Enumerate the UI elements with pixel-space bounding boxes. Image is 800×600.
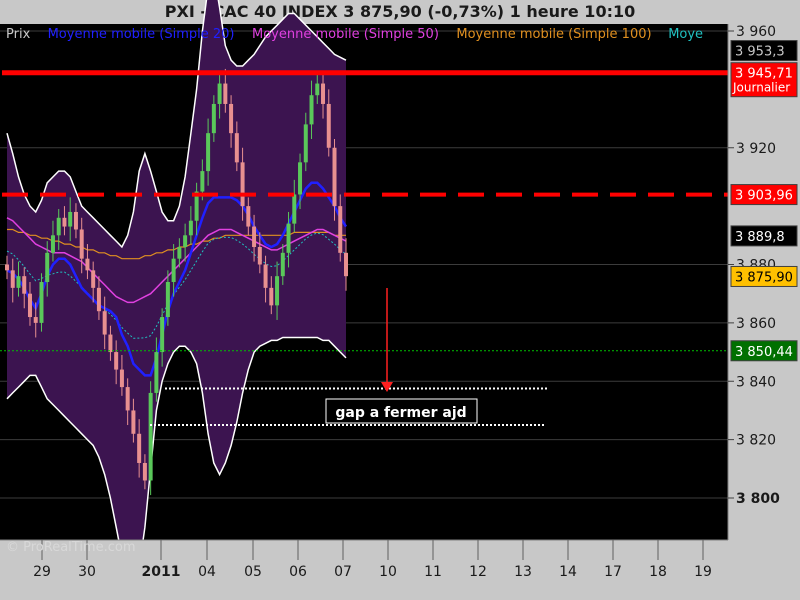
y-tick-label: 3 800 xyxy=(736,491,780,507)
candle-body xyxy=(62,217,67,227)
candle-body xyxy=(91,270,96,288)
candle-body xyxy=(246,206,251,227)
candle-body xyxy=(39,282,44,323)
candle-body xyxy=(22,276,27,294)
candle-body xyxy=(50,235,55,253)
candle-body xyxy=(131,410,136,434)
y-axis-panel xyxy=(728,24,800,600)
candle-body xyxy=(119,369,124,388)
candle-body xyxy=(321,83,326,104)
price-label: 3 953,3 xyxy=(735,45,785,60)
legend-item: Moye xyxy=(668,27,703,42)
x-tick-label: 14 xyxy=(559,564,577,580)
candle-body xyxy=(344,252,348,277)
candle-body xyxy=(96,287,101,312)
candle-body xyxy=(223,83,228,104)
candle-body xyxy=(332,147,337,207)
candle-body xyxy=(240,162,245,207)
x-tick-label: 2011 xyxy=(142,564,181,580)
candle-body xyxy=(142,462,147,481)
candle-body xyxy=(171,258,176,283)
candle-body xyxy=(286,223,291,253)
legend-item: Prix xyxy=(6,27,31,42)
candle-body xyxy=(10,270,15,288)
candle-body xyxy=(206,133,211,172)
y-tick-label: 3 960 xyxy=(736,24,776,40)
candle-body xyxy=(229,103,234,134)
candle-body xyxy=(114,352,119,370)
candle-body xyxy=(68,211,73,227)
candle-body xyxy=(79,229,84,259)
legend-item: Moyenne mobile (Simple 20) xyxy=(48,27,235,42)
price-label: 3 850,44 xyxy=(735,345,793,360)
candle-body xyxy=(177,246,182,259)
candle-body xyxy=(73,211,78,230)
price-label: 3 875,90 xyxy=(735,270,793,285)
x-tick-label: 12 xyxy=(469,564,487,580)
candle-body xyxy=(263,264,268,288)
candle-body xyxy=(85,258,90,271)
candle-body xyxy=(269,287,274,306)
legend-item: Moyenne mobile (Simple 50) xyxy=(252,27,439,42)
candle-body xyxy=(211,103,216,134)
y-tick-label: 3 920 xyxy=(736,141,776,157)
candle-body xyxy=(165,282,170,318)
x-tick-label: 17 xyxy=(604,564,622,580)
x-tick-label: 13 xyxy=(514,564,532,580)
candle-body xyxy=(217,83,222,104)
candle-body xyxy=(5,264,9,271)
x-tick-label: 07 xyxy=(334,564,352,580)
candle-body xyxy=(275,276,280,306)
candle-body xyxy=(298,162,303,195)
candle-body xyxy=(234,133,239,163)
candle-body xyxy=(188,220,193,236)
x-tick-label: 11 xyxy=(424,564,442,580)
watermark: © ProRealTime.com xyxy=(6,540,136,555)
candle-body xyxy=(154,352,159,393)
candle-body xyxy=(315,83,320,96)
candle-body xyxy=(27,293,32,318)
candle-body xyxy=(309,95,314,125)
candle-body xyxy=(45,252,50,283)
candle-body xyxy=(148,392,153,481)
x-tick-label: 30 xyxy=(78,564,96,580)
x-tick-label: 19 xyxy=(694,564,712,580)
candle-body xyxy=(292,194,297,224)
candle-body xyxy=(16,276,21,288)
price-label: 3 945,71 xyxy=(735,67,793,82)
candle-body xyxy=(108,334,113,353)
x-tick-label: 10 xyxy=(379,564,397,580)
x-tick-label: 05 xyxy=(244,564,262,580)
price-chart[interactable]: gap a fermer ajd Prix Moyenne mobile (Sim… xyxy=(0,0,800,600)
candle-body xyxy=(33,317,38,323)
y-tick-label: 3 840 xyxy=(736,374,776,390)
candle-body xyxy=(125,387,130,411)
legend-item: Moyenne mobile (Simple 100) xyxy=(456,27,651,42)
candle-body xyxy=(102,311,107,335)
x-tick-label: 29 xyxy=(33,564,51,580)
candle-body xyxy=(56,217,61,236)
candle-body xyxy=(200,171,205,192)
candle-body xyxy=(183,235,188,247)
x-tick-label: 06 xyxy=(289,564,307,580)
candle-body xyxy=(252,226,257,247)
candle-body xyxy=(338,206,343,253)
candle-body xyxy=(160,317,165,353)
candle-body xyxy=(280,252,285,277)
annotation-text: gap a fermer ajd xyxy=(335,405,466,421)
candle-body xyxy=(326,103,331,148)
price-label: 3 903,96 xyxy=(735,189,793,204)
candle-body xyxy=(137,433,142,463)
price-label: 3 889,8 xyxy=(735,230,785,245)
x-tick-label: 04 xyxy=(198,564,216,580)
y-axis: 3 9603 9203 8803 8603 8403 8203 800 xyxy=(727,24,800,600)
x-tick-label: 18 xyxy=(649,564,667,580)
candle-body xyxy=(257,246,262,265)
price-label-sub: Journalier xyxy=(732,81,790,95)
y-tick-label: 3 860 xyxy=(736,316,776,332)
chart-window: PXI - CAC 40 INDEX 3 875,90 (-0,73%) 1 h… xyxy=(0,0,800,600)
y-tick-label: 3 820 xyxy=(736,433,776,449)
candle-body xyxy=(303,124,308,163)
legend: Prix Moyenne mobile (Simple 20) Moyenne mo… xyxy=(6,27,703,42)
